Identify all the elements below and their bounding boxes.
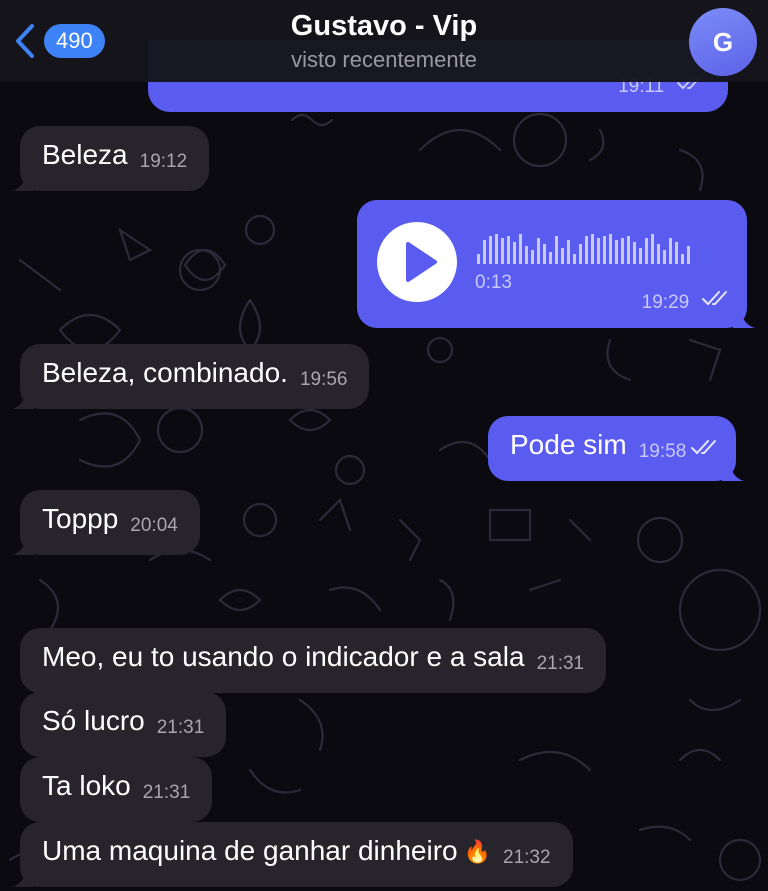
bubble-tail: [12, 865, 34, 887]
message-text: Pode sim: [510, 429, 627, 460]
play-button[interactable]: [377, 222, 457, 302]
message-bubble-outgoing[interactable]: Pode sim 19:58: [488, 416, 745, 481]
bubble-tail: [722, 459, 745, 481]
message-time: 19:58: [638, 441, 687, 462]
message-bubble-incoming[interactable]: Ta loko 21:31: [20, 757, 213, 822]
message-text: Toppp: [42, 503, 119, 534]
fire-icon: 🔥: [463, 839, 492, 864]
play-icon: [406, 242, 437, 282]
waveform[interactable]: [475, 230, 715, 266]
voice-message-bubble[interactable]: 0:13 19:29: [357, 200, 755, 328]
message-bubble-incoming[interactable]: Só lucro 21:31: [20, 692, 227, 757]
message-text: Beleza, combinado.: [42, 357, 288, 388]
bubble-tail: [733, 306, 755, 328]
avatar[interactable]: G: [689, 8, 757, 76]
chat-title: Gustavo - Vip: [290, 10, 478, 42]
message-bubble-incoming[interactable]: Beleza 19:12: [12, 126, 210, 191]
message-text: Ta loko: [42, 770, 131, 801]
bubble-tail: [12, 533, 34, 555]
message-time: 21:31: [142, 782, 191, 803]
last-seen-status: visto recentemente: [291, 47, 477, 72]
message-bubble-incoming[interactable]: Beleza, combinado. 19:56: [12, 344, 370, 409]
message-time: 21:32: [503, 847, 551, 868]
voice-duration: 0:13: [475, 272, 512, 293]
message-text: Só lucro: [42, 705, 145, 736]
double-check-icon: [702, 291, 727, 306]
message-text: Meo, eu to usando o indicador e a sala: [42, 641, 525, 672]
chat-title-block[interactable]: Gustavo - Vip visto recentemente: [0, 10, 768, 73]
bubble-tail: [12, 169, 34, 191]
bubble-tail: [12, 387, 34, 409]
message-time: 19:29: [641, 292, 690, 313]
message-time: 21:31: [536, 653, 585, 674]
message-time: 20:04: [130, 515, 178, 536]
message-bubble-incoming[interactable]: Toppp 20:04: [12, 490, 200, 555]
message-text: Uma maquina de ganhar dinheiro: [42, 835, 458, 866]
message-time: 19:12: [139, 151, 188, 172]
message-time: 19:56: [299, 369, 348, 390]
message-bubble-incoming[interactable]: Uma maquina de ganhar dinheiro 🔥 21:32: [12, 822, 573, 887]
chat-header: 490 Gustavo - Vip visto recentemente G: [0, 0, 768, 82]
message-time: 21:31: [156, 717, 205, 738]
message-bubble-incoming[interactable]: Meo, eu to usando o indicador e a sala 21…: [20, 628, 607, 693]
message-text: Beleza: [42, 139, 128, 170]
double-check-icon: [691, 440, 717, 455]
